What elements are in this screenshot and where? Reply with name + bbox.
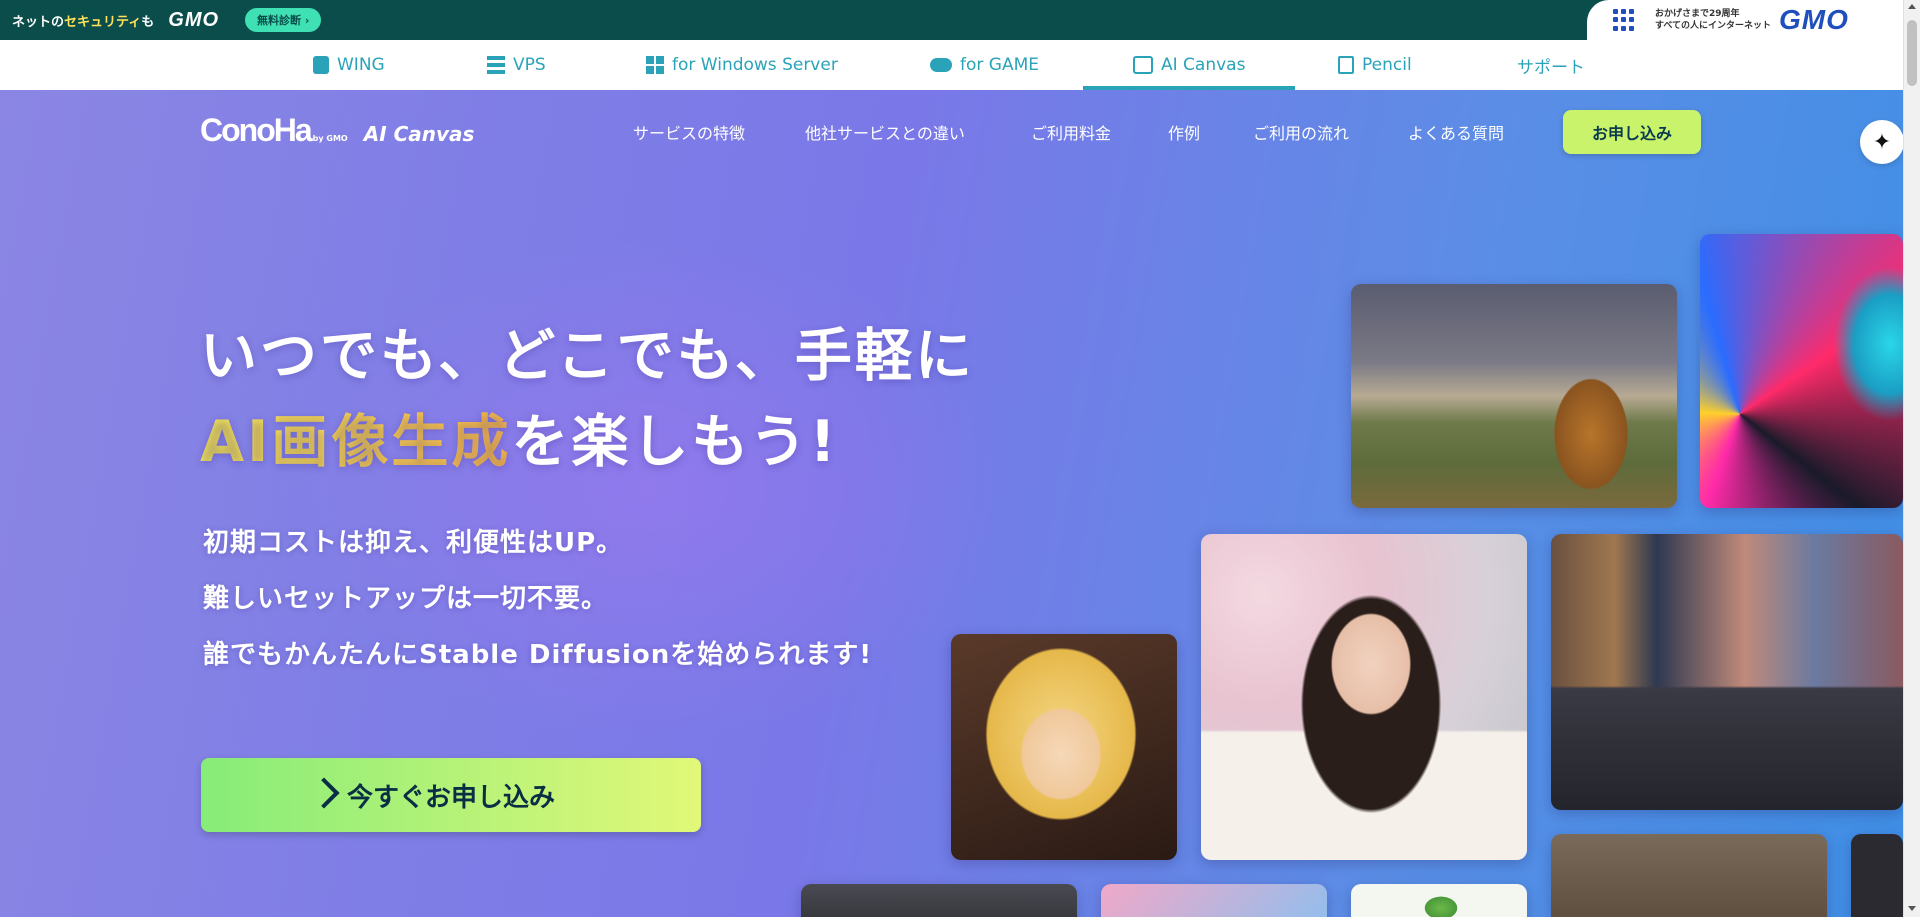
sample-city-street	[1551, 534, 1903, 810]
brand-sub: AI Canvas	[363, 122, 475, 146]
brand-by: by GMO	[312, 134, 348, 143]
windows-icon	[646, 56, 664, 74]
sample-anime-neon	[1700, 234, 1903, 508]
hero-headline: いつでも、どこでも、手軽に AI画像生成を楽しもう!	[200, 313, 975, 485]
server-icon	[487, 56, 505, 74]
nav-examples[interactable]: 作例	[1168, 120, 1200, 144]
sample-office	[801, 884, 1077, 917]
page-scrollbar[interactable]	[1903, 0, 1920, 917]
image-icon	[1133, 56, 1153, 74]
sample-anime-blonde-girl	[951, 634, 1177, 860]
sample-portrait-girl	[1551, 834, 1827, 917]
nav-pricing[interactable]: ご利用料金	[1031, 120, 1111, 144]
cta-label: 今すぐお申し込み	[347, 782, 556, 813]
tab-windows-server[interactable]: for Windows Server	[646, 40, 838, 90]
slogan-highlight: セキュリティ	[64, 14, 142, 30]
nav-features[interactable]: サービスの特徴	[633, 120, 745, 144]
gmo-bar-left: ネットのセキュリティも GMO 無料診断 ›	[0, 0, 322, 40]
sample-leaf	[1351, 884, 1527, 917]
tab-pencil[interactable]: Pencil	[1338, 40, 1412, 90]
tab-label: AI Canvas	[1161, 55, 1246, 75]
apply-now-button[interactable]: 今すぐお申し込み	[201, 758, 701, 832]
apps-grid-icon[interactable]	[1613, 9, 1635, 31]
tab-label: WING	[337, 55, 385, 75]
slogan-prefix: ネットの	[12, 14, 65, 30]
gmo-slogan[interactable]: ネットのセキュリティも	[12, 11, 154, 30]
gmo-bar-right: おかげさまで29周年 すべての人にインターネット GMO	[1587, 0, 1903, 40]
slogan-suffix: も	[141, 14, 155, 30]
free-diagnosis-button[interactable]: 無料診断 ›	[245, 8, 322, 32]
tab-label: サポート	[1517, 57, 1585, 78]
sample-pastel	[1101, 884, 1327, 917]
tab-support[interactable]: サポート	[1517, 40, 1585, 90]
tab-vps[interactable]: VPS	[487, 40, 546, 90]
anniversary-text: おかげさまで29周年 すべての人にインターネット	[1655, 8, 1771, 32]
apply-button[interactable]: お申し込み	[1563, 110, 1701, 154]
tab-label: for GAME	[960, 55, 1039, 75]
tab-label: Pencil	[1362, 55, 1412, 75]
hero-section: ConoHa by GMO AI Canvas サービスの特徴 他社サービスとの…	[0, 90, 1903, 917]
hero-sub-line-2: 難しいセットアップは一切不要。	[203, 584, 609, 614]
pencil-icon	[1338, 56, 1354, 74]
tab-game[interactable]: for GAME	[930, 40, 1039, 90]
conoha-ai-canvas-logo[interactable]: ConoHa by GMO AI Canvas	[200, 112, 474, 149]
sample-dark-image	[1851, 834, 1903, 917]
product-nav: WING VPS for Windows Server for GAME AI …	[0, 40, 1903, 90]
sample-landscape-painting	[1351, 284, 1677, 508]
site-header: ConoHa by GMO AI Canvas サービスの特徴 他社サービスとの…	[0, 90, 1903, 172]
headline-line2: AI画像生成を楽しもう!	[200, 399, 975, 485]
server-stack-icon	[313, 56, 329, 74]
hero-sub-line-1: 初期コストは抑え、利便性はUP。	[203, 528, 624, 558]
sample-portrait-cherry-blossom	[1201, 534, 1527, 860]
tab-ai-canvas[interactable]: AI Canvas	[1082, 40, 1297, 90]
nav-comparison[interactable]: 他社サービスとの違い	[805, 120, 965, 144]
gmo-logo[interactable]: GMO	[168, 9, 219, 32]
brand-main: ConoHa	[200, 112, 313, 148]
anniversary-line2: すべての人にインターネット	[1655, 21, 1772, 31]
sparkle-icon[interactable]: ✦	[1860, 120, 1903, 164]
hero-sub-line-3: 誰でもかんたんにStable Diffusionを始められます!	[203, 640, 873, 670]
headline-line2-rest: を楽しもう!	[511, 409, 839, 475]
nav-faq[interactable]: よくある質問	[1408, 120, 1504, 144]
gmo-internet-logo[interactable]: GMO	[1779, 4, 1849, 36]
anniversary-line1: おかげさまで29周年	[1655, 9, 1740, 19]
scroll-up-arrow-icon[interactable]	[1908, 4, 1916, 9]
scroll-down-arrow-icon[interactable]	[1908, 906, 1916, 911]
gamepad-icon	[930, 58, 952, 72]
gmo-top-bar: ネットのセキュリティも GMO 無料診断 › おかげさまで29周年 すべての人に…	[0, 0, 1903, 40]
headline-line1: いつでも、どこでも、手軽に	[200, 323, 975, 389]
headline-accent: AI画像生成	[200, 409, 512, 475]
tab-label: for Windows Server	[672, 55, 838, 75]
tab-label: VPS	[513, 55, 546, 75]
chevron-right-icon	[308, 777, 340, 809]
tab-wing[interactable]: WING	[313, 40, 385, 90]
scroll-thumb[interactable]	[1907, 20, 1917, 86]
nav-flow[interactable]: ご利用の流れ	[1253, 120, 1349, 144]
